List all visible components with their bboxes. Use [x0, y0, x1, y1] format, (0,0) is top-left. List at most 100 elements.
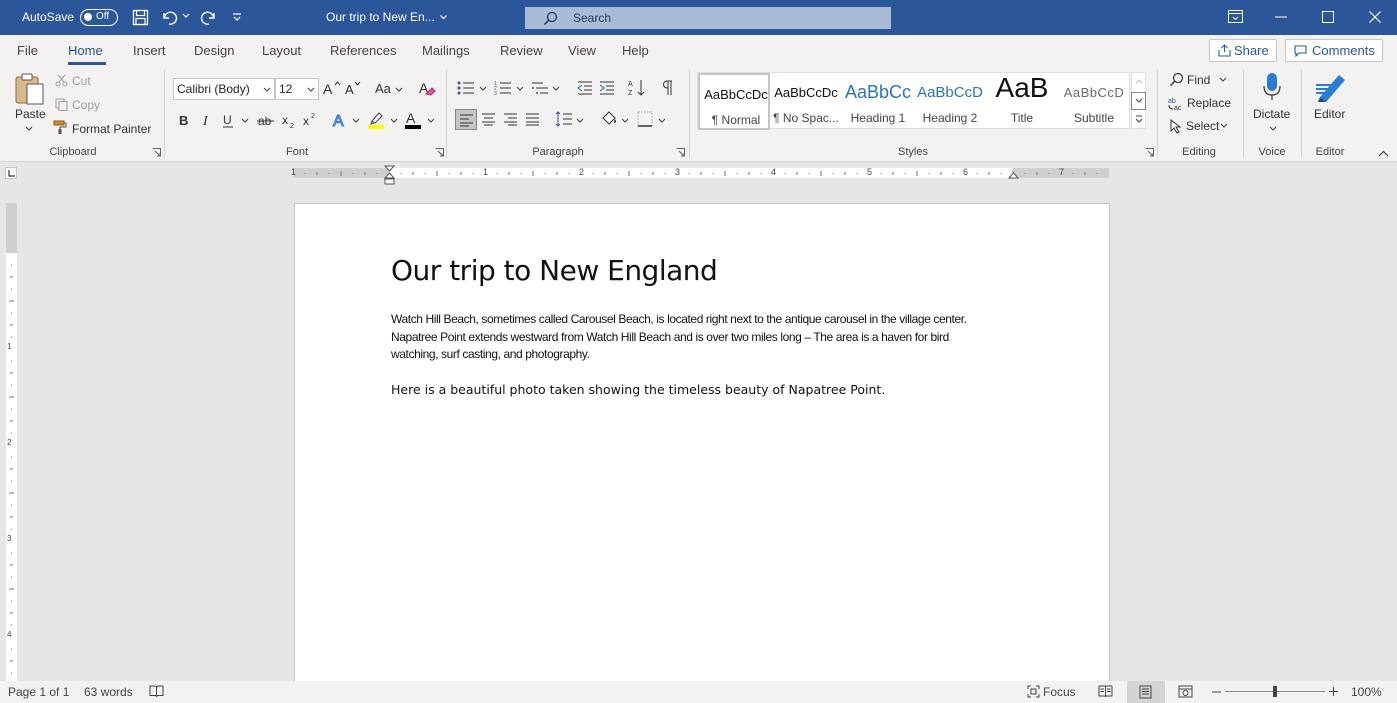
format-painter-label[interactable]: Format Painter: [72, 122, 151, 136]
font-launcher-icon[interactable]: [435, 148, 444, 157]
zoom-out-icon[interactable]: [1212, 691, 1221, 693]
chevron-down-icon[interactable]: [1220, 123, 1228, 129]
align-right-icon[interactable]: [503, 112, 518, 126]
style-normal[interactable]: AaBbCcDc ¶ Normal: [698, 73, 770, 130]
shading-icon[interactable]: [600, 110, 618, 128]
find-label[interactable]: Find: [1187, 73, 1210, 87]
chevron-down-icon[interactable]: [576, 118, 584, 124]
change-case-button[interactable]: Aa: [375, 81, 391, 96]
tab-help[interactable]: Help: [622, 43, 649, 58]
style-title[interactable]: AaB Title: [986, 73, 1058, 130]
page-count[interactable]: Page 1 of 1: [8, 685, 69, 699]
italic-icon[interactable]: I: [201, 113, 213, 127]
focus-icon[interactable]: [1027, 685, 1040, 698]
tab-home[interactable]: Home: [68, 43, 103, 58]
align-left-button[interactable]: [455, 109, 477, 130]
focus-label[interactable]: Focus: [1043, 685, 1076, 699]
tab-layout[interactable]: Layout: [262, 43, 301, 58]
chevron-down-icon[interactable]: [1219, 77, 1227, 83]
chevron-down-icon[interactable]: [1131, 92, 1146, 110]
replace-label[interactable]: Replace: [1187, 96, 1231, 110]
title-dropdown-icon[interactable]: [440, 15, 447, 20]
borders-icon[interactable]: [637, 111, 653, 127]
find-icon[interactable]: [1169, 72, 1184, 87]
chevron-down-icon[interactable]: [241, 118, 249, 124]
show-formatting-marks-icon[interactable]: [662, 80, 674, 96]
web-layout-icon[interactable]: [1178, 685, 1193, 698]
editor-label[interactable]: Editor: [1314, 107, 1345, 121]
chevron-down-icon[interactable]: [479, 86, 487, 92]
share-button[interactable]: Share: [1209, 39, 1277, 62]
underline-icon[interactable]: U: [222, 113, 234, 128]
save-icon[interactable]: [132, 9, 149, 26]
shrink-font-icon[interactable]: A: [345, 80, 361, 96]
chevron-down-icon[interactable]: [1269, 126, 1277, 132]
style-heading-2[interactable]: AaBbCcD Heading 2: [914, 73, 986, 130]
style-no-spacing[interactable]: AaBbCcDc ¶ No Spac...: [770, 73, 842, 130]
maximize-icon[interactable]: [1322, 11, 1334, 23]
strikethrough-icon[interactable]: ab: [257, 113, 275, 127]
replace-icon[interactable]: ab ac: [1168, 96, 1183, 111]
tab-references[interactable]: References: [330, 43, 396, 58]
print-layout-button[interactable]: [1127, 681, 1165, 703]
paste-label[interactable]: Paste: [15, 107, 46, 121]
undo-dropdown-icon[interactable]: [182, 13, 190, 19]
paste-dropdown-icon[interactable]: [25, 126, 33, 132]
editor-pen-icon[interactable]: [1314, 71, 1348, 103]
font-size-dropdown[interactable]: 12: [275, 78, 319, 100]
font-name-dropdown[interactable]: Calibri (Body): [173, 78, 275, 100]
zoom-level[interactable]: 100%: [1351, 685, 1382, 699]
chevron-down-icon[interactable]: [658, 118, 666, 124]
tab-view[interactable]: View: [568, 43, 596, 58]
proofing-book-icon[interactable]: [149, 685, 164, 698]
ribbon-display-options-icon[interactable]: [1228, 10, 1243, 23]
document-page[interactable]: Our trip to New England Watch Hill Beach…: [294, 203, 1110, 703]
word-count[interactable]: 63 words: [84, 685, 133, 699]
microphone-icon[interactable]: [1262, 72, 1282, 102]
superscript-icon[interactable]: x2: [303, 111, 317, 127]
undo-icon[interactable]: [161, 9, 179, 26]
select-label[interactable]: Select: [1186, 119, 1219, 133]
decrease-indent-icon[interactable]: [577, 80, 593, 96]
multilevel-list-icon[interactable]: [531, 80, 549, 96]
styles-launcher-icon[interactable]: [1145, 148, 1154, 157]
align-center-icon[interactable]: [481, 112, 496, 126]
clear-formatting-icon[interactable]: A: [418, 79, 436, 97]
text-effects-icon[interactable]: A: [332, 111, 350, 129]
tab-design[interactable]: Design: [194, 43, 234, 58]
tab-review[interactable]: Review: [500, 43, 543, 58]
increase-indent-icon[interactable]: [599, 80, 615, 96]
dictate-label[interactable]: Dictate: [1253, 107, 1290, 121]
minimize-icon[interactable]: [1275, 16, 1287, 18]
chevron-down-icon[interactable]: [427, 118, 435, 124]
chevron-down-icon[interactable]: [552, 86, 560, 92]
copy-icon[interactable]: [55, 98, 68, 111]
zoom-in-icon[interactable]: [1329, 687, 1338, 696]
chevron-down-icon[interactable]: [390, 118, 398, 124]
tab-file[interactable]: File: [17, 43, 38, 58]
search-box[interactable]: Search: [525, 7, 891, 29]
chevron-down-icon[interactable]: [621, 118, 629, 124]
font-color-icon[interactable]: A: [404, 110, 422, 129]
select-cursor-icon[interactable]: [1170, 119, 1182, 134]
first-line-indent-marker[interactable]: [384, 165, 395, 185]
clipboard-launcher-icon[interactable]: [152, 148, 161, 157]
read-mode-icon[interactable]: [1098, 685, 1113, 698]
redo-icon[interactable]: [200, 9, 218, 26]
autosave-toggle[interactable]: Off: [80, 9, 118, 26]
chevron-down-icon[interactable]: [352, 118, 360, 124]
chevron-up-icon[interactable]: [1135, 78, 1143, 84]
format-painter-icon[interactable]: [53, 120, 68, 135]
paragraph-launcher-icon[interactable]: [676, 148, 685, 157]
bullets-icon[interactable]: [457, 80, 475, 96]
cut-icon[interactable]: [55, 74, 68, 87]
document-paragraph-1[interactable]: Watch Hill Beach, sometimes called Carou…: [391, 311, 1011, 364]
zoom-slider-thumb[interactable]: [1273, 686, 1277, 697]
sort-icon[interactable]: AZ: [628, 79, 646, 97]
customize-toolbar-icon[interactable]: [232, 12, 242, 22]
highlight-icon[interactable]: [367, 110, 385, 129]
comments-button[interactable]: Comments: [1285, 39, 1383, 62]
tab-mailings[interactable]: Mailings: [422, 43, 470, 58]
bold-icon[interactable]: B: [178, 113, 190, 127]
style-subtitle[interactable]: AaBbCcD Subtitle: [1058, 73, 1130, 130]
